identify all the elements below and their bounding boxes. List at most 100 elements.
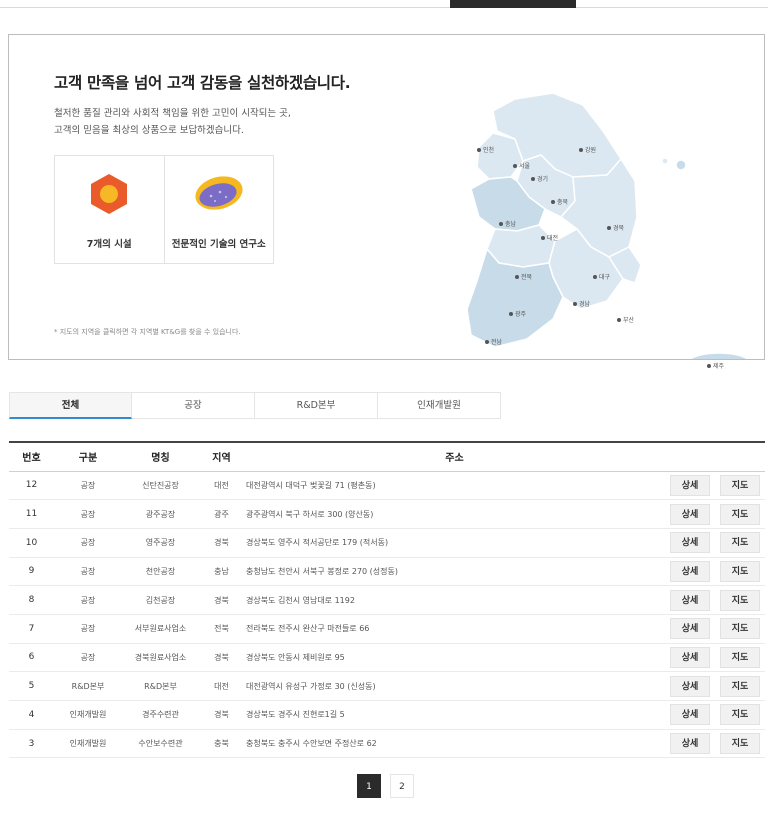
detail-button[interactable]: 상세 (670, 675, 710, 697)
category-tabs: 전체 공장 R&D본부 인재개발원 (9, 392, 501, 419)
map-label-chungbuk[interactable]: 충북 (551, 197, 568, 206)
tab-hrd[interactable]: 인재개발원 (378, 392, 501, 419)
detail-button[interactable]: 상세 (670, 646, 710, 668)
detail-button[interactable]: 상세 (670, 618, 710, 640)
cell-action: 지도 (715, 557, 765, 587)
detail-button[interactable]: 상세 (670, 704, 710, 726)
cell-name: 영주공장 (122, 528, 199, 558)
page-1-button[interactable]: 1 (357, 774, 381, 798)
map-button[interactable]: 지도 (720, 675, 760, 697)
cell-num: 12 (9, 471, 54, 501)
detail-button[interactable]: 상세 (670, 589, 710, 611)
tab-factory[interactable]: 공장 (132, 392, 255, 419)
cell-region: 전북 (199, 614, 244, 644)
map-label-gwangju[interactable]: 광주 (509, 309, 526, 318)
map-region-jeju[interactable] (686, 352, 752, 376)
map-button[interactable]: 지도 (720, 503, 760, 525)
table-row: 5 R&D본부 R&D본부 대전 대전광역시 유성구 가정로 30 (신성동) 상세 지도 (9, 671, 765, 701)
cell-region: 충남 (199, 557, 244, 587)
cell-name: 신탄진공장 (122, 471, 199, 501)
cell-num: 8 (9, 585, 54, 615)
cell-region: 경북 (199, 528, 244, 558)
korea-region-map[interactable]: 인천 서울 경기 강원 충북 충남 대전 경북 전북 대구 광주 경남 부산 전… (457, 69, 757, 376)
map-label-daejeon[interactable]: 대전 (541, 233, 558, 242)
map-label-jeonnam[interactable]: 전남 (485, 337, 502, 346)
header-region: 지역 (199, 441, 244, 472)
page-2-button[interactable]: 2 (390, 774, 414, 798)
cell-action: 지도 (715, 614, 765, 644)
cell-num: 7 (9, 614, 54, 644)
detail-button[interactable]: 상세 (670, 532, 710, 554)
header-num: 번호 (9, 441, 54, 472)
cell-action: 지도 (715, 643, 765, 673)
map-label-gyeonggi[interactable]: 경기 (531, 174, 548, 183)
cell-address: 대전광역시 유성구 가정로 30 (신성동) (244, 671, 665, 701)
map-label-chungnam[interactable]: 충남 (499, 219, 516, 228)
detail-button[interactable]: 상세 (670, 733, 710, 755)
cell-region: 경북 (199, 643, 244, 673)
table-row: 11 공장 광주공장 광주 광주광역시 북구 하서로 300 (양산동) 상세 지도 (9, 499, 765, 529)
intro-desc-line: 고객의 믿음을 최상의 상품으로 보답하겠습니다. (54, 125, 244, 136)
table-row: 10 공장 영주공장 경북 경상북도 영주시 적서공단로 179 (적서동) 상세 지도 (9, 528, 765, 558)
map-button[interactable]: 지도 (720, 646, 760, 668)
detail-button[interactable]: 상세 (670, 560, 710, 582)
table-header-row: 번호 구분 명칭 지역 주소 (9, 441, 765, 472)
detail-button[interactable]: 상세 (670, 474, 710, 496)
map-note: * 지도의 지역을 클릭하면 각 지역별 KT&G를 찾을 수 있습니다. (54, 328, 241, 336)
cell-num: 6 (9, 643, 54, 673)
map-label-gyeongnam[interactable]: 경남 (573, 299, 590, 308)
map-button[interactable]: 지도 (720, 474, 760, 496)
cell-type: 공장 (54, 471, 122, 501)
map-label-gyeongbuk[interactable]: 경북 (607, 223, 624, 232)
korea-map-svg (466, 92, 752, 376)
cell-action: 지도 (715, 471, 765, 501)
cell-address: 경상북도 영주시 적서공단로 179 (적서동) (244, 528, 665, 558)
cell-name: 수안보수련관 (122, 729, 199, 759)
top-divider (0, 0, 768, 8)
table-row: 6 공장 경북원료사업소 경북 경상북도 안동시 제비원로 95 상세 지도 (9, 643, 765, 673)
map-label-jeonbuk[interactable]: 전북 (515, 272, 532, 281)
cell-action: 지도 (715, 729, 765, 759)
intro-title: 고객 만족을 넘어 고객 감동을 실천하겠습니다. (54, 74, 351, 92)
cell-num: 5 (9, 671, 54, 701)
intro-panel: 고객 만족을 넘어 고객 감동을 실천하겠습니다. 철저한 품질 관리와 사회적… (8, 34, 765, 376)
map-label-daegu[interactable]: 대구 (593, 272, 610, 281)
map-button[interactable]: 지도 (720, 589, 760, 611)
cell-type: 공장 (54, 643, 122, 673)
map-label-incheon[interactable]: 인천 (477, 145, 494, 154)
cell-num: 3 (9, 729, 54, 759)
map-button[interactable]: 지도 (720, 704, 760, 726)
cell-action: 상세 (665, 528, 715, 558)
map-button[interactable]: 지도 (720, 733, 760, 755)
map-label-seoul[interactable]: 서울 (513, 161, 530, 170)
cell-type: 공장 (54, 528, 122, 558)
map-button[interactable]: 지도 (720, 532, 760, 554)
tab-all[interactable]: 전체 (9, 392, 132, 419)
table-row: 7 공장 서부원료사업소 전북 전라북도 전주시 완산구 마전들로 66 상세 지도 (9, 614, 765, 644)
cell-type: 공장 (54, 557, 122, 587)
map-button[interactable]: 지도 (720, 560, 760, 582)
cell-num: 10 (9, 528, 54, 558)
tab-rnd[interactable]: R&D본부 (255, 392, 378, 419)
petri-dish-lab-icon (195, 176, 243, 210)
map-label-gangwon[interactable]: 강원 (579, 145, 596, 154)
map-button[interactable]: 지도 (720, 618, 760, 640)
cell-type: 인재개발원 (54, 729, 122, 759)
cell-action: 지도 (715, 528, 765, 558)
cell-action: 지도 (715, 700, 765, 730)
cell-action: 지도 (715, 585, 765, 615)
feature-lab: 전문적인 기술의 연구소 (163, 156, 274, 263)
cell-address: 경상북도 안동시 제비원로 95 (244, 643, 665, 673)
cell-action: 상세 (665, 557, 715, 587)
cell-region: 광주 (199, 499, 244, 529)
cell-address: 광주광역시 북구 하서로 300 (양산동) (244, 499, 665, 529)
map-label-jeju[interactable]: 제주 (707, 361, 724, 370)
top-active-tab-indicator (450, 0, 576, 8)
cell-action: 상세 (665, 643, 715, 673)
map-label-busan[interactable]: 부산 (617, 315, 634, 324)
detail-button[interactable]: 상세 (670, 503, 710, 525)
cell-name: R&D본부 (122, 671, 199, 701)
intro-description: 철저한 품질 관리와 사회적 책임을 위한 고민이 시작되는 곳, 고객의 믿음… (54, 105, 354, 139)
table-row: 9 공장 천안공장 충남 충청남도 천안시 서북구 봉정로 270 (성정동) 상세 지도 (9, 557, 765, 587)
cell-name: 천안공장 (122, 557, 199, 587)
